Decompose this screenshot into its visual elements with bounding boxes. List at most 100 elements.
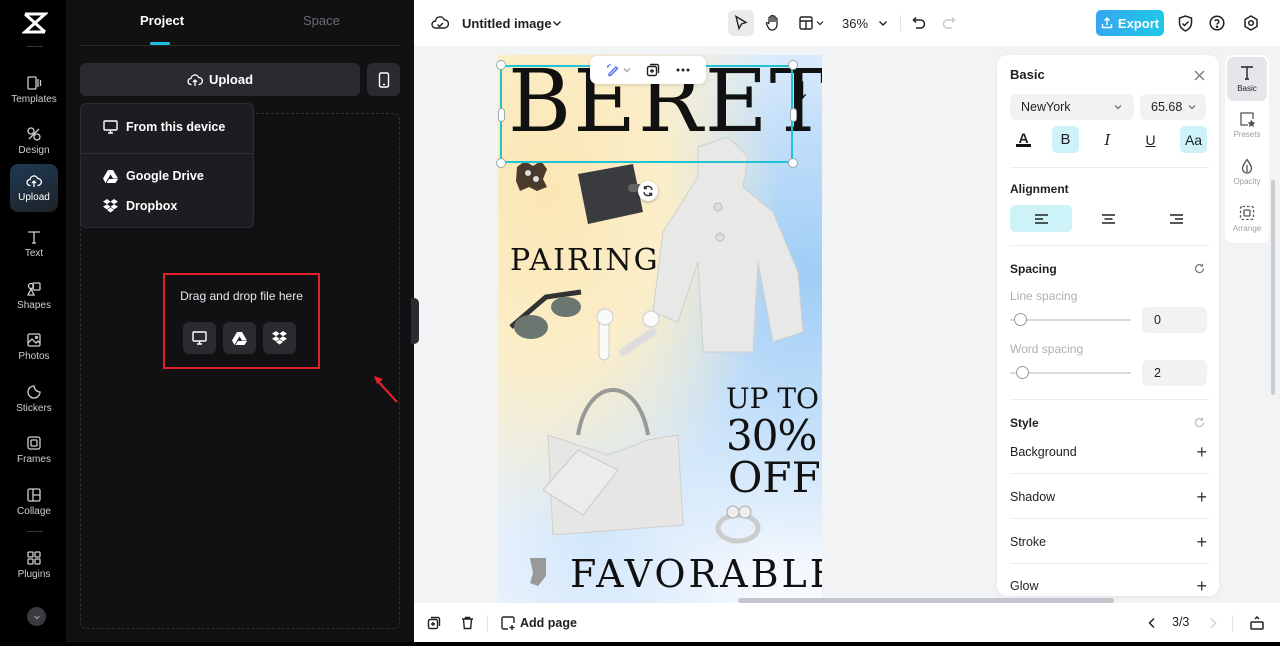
word-spacing-input[interactable]: 2	[1142, 360, 1207, 386]
style-row-shadow[interactable]: Shadow +	[1010, 487, 1207, 510]
templates-icon	[27, 76, 42, 90]
tab-space[interactable]: Space	[303, 13, 340, 28]
select-tool-button[interactable]	[728, 10, 754, 36]
resize-handle-bottom-right[interactable]	[788, 158, 798, 168]
rail-item-design[interactable]: Design	[10, 117, 58, 165]
vertical-scrollbar[interactable]	[1271, 180, 1275, 395]
resize-handle-top-right[interactable]	[788, 60, 798, 70]
canvas-text-off[interactable]: OFF	[728, 457, 821, 499]
help-button[interactable]	[1207, 13, 1227, 33]
redo-button[interactable]	[940, 14, 958, 32]
zoom-level[interactable]: 36%	[842, 16, 868, 31]
upload-button[interactable]: Upload	[80, 63, 360, 96]
document-title[interactable]: Untitled image	[462, 16, 552, 31]
align-right-button[interactable]	[1145, 205, 1207, 232]
horizontal-scrollbar[interactable]	[738, 598, 1114, 603]
canvas-text-percent[interactable]: 30%	[726, 415, 817, 457]
resize-handle-top-left[interactable]	[496, 60, 506, 70]
font-family-select[interactable]: NewYork	[1010, 94, 1134, 120]
rotate-handle[interactable]	[638, 181, 658, 201]
capcut-logo-icon[interactable]	[21, 10, 49, 36]
settings-button[interactable]	[1241, 13, 1261, 33]
style-row-stroke[interactable]: Stroke +	[1010, 532, 1207, 555]
security-button[interactable]	[1175, 13, 1195, 33]
align-center-button[interactable]	[1077, 205, 1139, 232]
style-row-background[interactable]: Background +	[1010, 442, 1207, 465]
style-row-glow[interactable]: Glow +	[1010, 576, 1207, 596]
slider-knob[interactable]	[1016, 366, 1029, 379]
text-case-button[interactable]: Aa	[1180, 126, 1207, 153]
ai-edit-button[interactable]	[606, 63, 631, 77]
text-color-button[interactable]: A	[1010, 126, 1037, 153]
add-icon[interactable]: +	[1196, 576, 1207, 596]
rail-more-button[interactable]	[27, 607, 46, 626]
add-icon[interactable]: +	[1196, 442, 1207, 463]
word-spacing-slider[interactable]	[1010, 366, 1131, 379]
line-spacing-slider[interactable]	[1010, 313, 1131, 326]
canvas-text-pairing[interactable]: PAIRING	[510, 243, 660, 278]
drop-from-google-drive-button[interactable]	[223, 322, 256, 354]
undo-button[interactable]	[910, 14, 928, 32]
export-button[interactable]: Export	[1096, 10, 1164, 36]
drop-from-dropbox-button[interactable]	[263, 322, 296, 354]
earbuds-image[interactable]	[593, 307, 663, 367]
title-menu-button[interactable]	[551, 16, 563, 30]
rail-item-plugins[interactable]: Plugins	[10, 541, 58, 589]
layout-menu-button[interactable]	[795, 13, 827, 33]
jacket-image[interactable]	[648, 137, 803, 367]
ring-image[interactable]	[713, 500, 763, 545]
add-page-button[interactable]: Add page	[501, 614, 577, 632]
sunglasses-image[interactable]	[506, 287, 586, 347]
wallet-image[interactable]	[573, 159, 648, 229]
rail-item-photos[interactable]: Photos	[10, 323, 58, 371]
canvas-text-favorable[interactable]: FAVORABLE	[570, 552, 822, 596]
rail-item-frames[interactable]: Frames	[10, 426, 58, 474]
duplicate-page-button[interactable]	[426, 615, 442, 631]
align-left-button[interactable]	[1010, 205, 1072, 232]
add-icon[interactable]: +	[1196, 532, 1207, 553]
canvas-text-up-to[interactable]: UP TO	[726, 385, 819, 413]
rail-item-upload[interactable]: Upload	[10, 164, 58, 212]
italic-button[interactable]: I	[1094, 126, 1121, 153]
page-manager-button[interactable]	[1249, 614, 1265, 632]
cloud-sync-button[interactable]	[430, 14, 450, 32]
rail-item-shapes[interactable]: Shapes	[10, 272, 58, 320]
previous-page-button[interactable]	[1145, 615, 1159, 631]
font-size-select[interactable]: 65.68	[1140, 94, 1206, 120]
drop-from-device-button[interactable]	[183, 322, 216, 354]
menu-item-dropbox[interactable]: Dropbox	[81, 193, 253, 219]
rail-item-text[interactable]: Text	[10, 220, 58, 268]
rail-item-templates[interactable]: Templates	[10, 66, 58, 114]
zoom-menu-button[interactable]	[876, 16, 890, 30]
tab-project[interactable]: Project	[140, 13, 184, 28]
menu-item-google-drive[interactable]: Google Drive	[81, 163, 253, 189]
next-page-button[interactable]	[1206, 615, 1220, 631]
duplicate-button[interactable]	[646, 63, 660, 77]
reset-spacing-button[interactable]	[1193, 262, 1205, 274]
panel-collapse-handle[interactable]	[411, 298, 419, 344]
add-icon[interactable]: +	[1196, 487, 1207, 508]
delete-page-button[interactable]	[459, 615, 475, 631]
rail-tab-opacity[interactable]: Opacity	[1227, 150, 1267, 194]
resize-handle-left[interactable]	[498, 108, 505, 122]
handbag-image[interactable]	[538, 375, 688, 535]
slider-knob[interactable]	[1014, 313, 1027, 326]
rail-item-stickers[interactable]: Stickers	[10, 375, 58, 423]
rail-item-collage[interactable]: Collage	[10, 478, 58, 526]
upload-from-phone-button[interactable]	[367, 63, 400, 96]
rail-tab-arrange[interactable]: Arrange	[1227, 197, 1267, 241]
resize-handle-right[interactable]	[790, 108, 797, 122]
hand-tool-button[interactable]	[763, 12, 783, 34]
line-spacing-input[interactable]: 0	[1142, 307, 1207, 333]
more-options-button[interactable]	[676, 68, 690, 72]
brooch-image[interactable]	[512, 159, 552, 193]
underline-button[interactable]: U	[1137, 126, 1164, 153]
resize-handle-bottom-left[interactable]	[496, 158, 506, 168]
rail-tab-basic[interactable]: Basic	[1227, 57, 1267, 101]
rail-tab-presets[interactable]: Presets	[1227, 103, 1267, 147]
close-panel-button[interactable]	[1192, 68, 1206, 82]
menu-item-from-device[interactable]: From this device	[81, 114, 253, 140]
bold-button[interactable]: B	[1052, 126, 1079, 153]
socks-image[interactable]	[522, 555, 557, 590]
reset-style-button[interactable]	[1193, 416, 1205, 428]
